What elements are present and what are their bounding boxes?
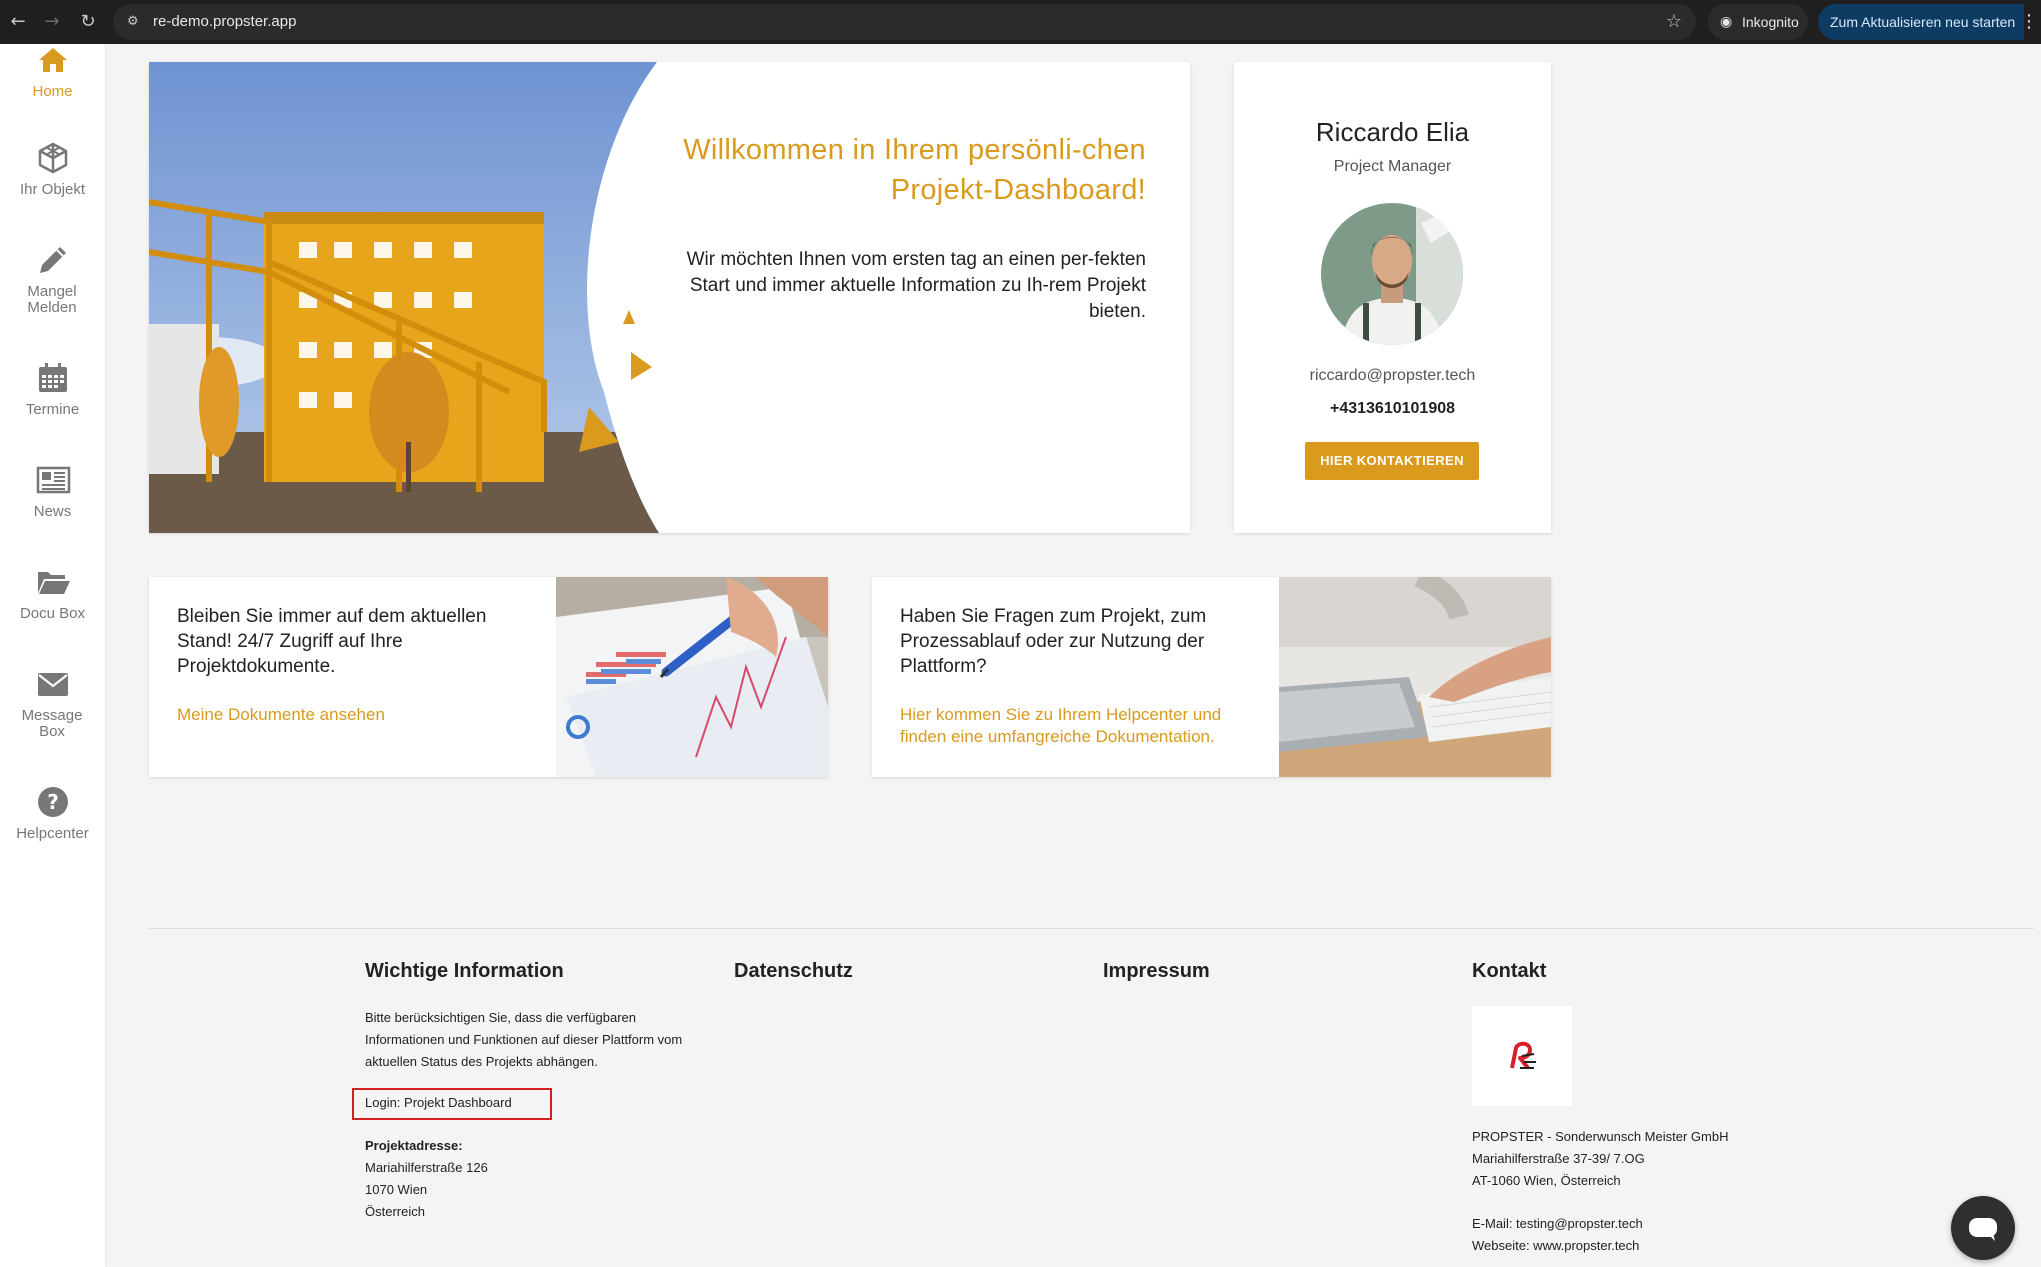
sidebar-item-docu-box[interactable]: Docu Box [0,564,105,622]
footer-address-line: Mariahilferstraße 126 [365,1160,488,1175]
bookmark-star-icon[interactable]: ☆ [1666,4,1682,40]
contact-role: Project Manager [1333,158,1452,175]
url-text: re-demo.propster.app [153,13,297,30]
chat-bubble-icon [1969,1218,1997,1241]
footer-important-info-heading: Wichtige Information [365,960,564,982]
update-button[interactable]: Zum Aktualisieren neu starten [1818,4,2024,40]
folder-open-icon [37,572,70,594]
calendar-icon [38,363,67,392]
back-icon[interactable]: ← [6,10,30,34]
sidebar-item-label: Helpcenter [16,825,89,842]
sidebar-item-label: Ihr Objekt [19,181,86,198]
sidebar-item-helpcenter[interactable]: ? Helpcenter [0,784,105,842]
sidebar-item-label: Home [32,83,73,100]
keyboard-photo [1279,577,1551,777]
footer-login-link[interactable]: Login: Projekt Dashboard [365,1093,512,1113]
welcome-text: Wir möchten Ihnen vom ersten tag an eine… [686,249,1146,322]
footer-company-name: PROPSTER - Sonderwunsch Meister GmbH [1472,1129,1729,1144]
browser-toolbar: ← → ↻ ⚙ re-demo.propster.app ☆ ◉ Inkogni… [0,0,2041,44]
contact-button[interactable]: HIER KONTAKTIEREN [1305,442,1479,480]
welcome-card: Willkommen in Ihrem persönli-chen Projek… [149,62,1190,533]
helpcenter-card: Haben Sie Fragen zum Projekt, zum Prozes… [872,577,1551,777]
documents-link[interactable]: Meine Dokumente ansehen [177,704,547,726]
welcome-title: Willkommen in Ihrem persönli-chen Projek… [683,134,1146,206]
newspaper-icon [36,466,70,494]
sidebar-item-ihr-objekt[interactable]: Ihr Objekt [0,140,105,198]
home-icon [38,48,67,72]
sidebar-item-news[interactable]: News [0,462,105,520]
envelope-icon [37,673,68,696]
footer-company-street: Mariahilferstraße 37-39/ 7.OG [1472,1151,1645,1166]
avatar [1321,203,1463,345]
contact-phone[interactable]: +4313610101908 [1234,400,1551,418]
sidebar-item-label: Docu Box [19,605,86,622]
browser-menu-icon[interactable]: ⋮ [2018,4,2040,40]
footer-company-city: AT-1060 Wien, Österreich [1472,1173,1621,1188]
footer-privacy-link[interactable]: Datenschutz [734,960,853,983]
contact-email[interactable]: riccardo@propster.tech [1234,367,1551,385]
footer-company-website[interactable]: Webseite: www.propster.tech [1472,1235,1639,1257]
sidebar: Home Ihr Objekt Mangel Melden Termine Ne… [0,44,105,1267]
site-settings-icon[interactable]: ⚙ [127,13,145,31]
footer-project-address-label: Projektadresse: [365,1138,463,1153]
propster-logo-mark [1510,1041,1536,1070]
svg-text:?: ? [47,790,59,814]
sidebar-item-message-box[interactable]: Message Box [0,666,105,740]
sidebar-item-label: Termine [25,401,80,418]
cube-icon [38,142,67,174]
project-manager-card: Riccardo Elia Project Manager riccardo@p… [1234,62,1551,533]
building-photo [149,62,659,533]
sidebar-item-label: Message Box [21,707,83,740]
reload-icon[interactable]: ↻ [76,10,100,34]
pencil-icon [39,247,66,273]
address-bar[interactable]: ⚙ re-demo.propster.app ☆ [113,4,1696,40]
sidebar-item-label: Mangel Melden [27,283,77,316]
forward-icon[interactable]: → [40,10,64,34]
contact-name: Riccardo Elia [1315,117,1470,147]
incognito-label: Inkognito [1742,14,1799,30]
footer-imprint-link[interactable]: Impressum [1103,960,1210,983]
chat-button[interactable] [1951,1196,2015,1260]
sidebar-item-mangel-melden[interactable]: Mangel Melden [0,242,105,316]
footer-contact-heading: Kontakt [1472,960,1547,982]
propster-logo [1472,1006,1572,1106]
sidebar-item-home[interactable]: Home [0,42,105,100]
footer-company-email[interactable]: E-Mail: testing@propster.tech [1472,1213,1643,1235]
footer-address-line: 1070 Wien [365,1182,428,1197]
documents-photo [556,577,828,777]
documents-card: Bleiben Sie immer auf dem aktuellen Stan… [149,577,828,777]
incognito-badge[interactable]: ◉ Inkognito [1708,4,1808,40]
footer-address-line: Österreich [365,1204,425,1219]
incognito-icon: ◉ [1720,14,1733,30]
footer-divider [149,928,2034,929]
sidebar-item-label: News [33,503,72,520]
sidebar-item-termine[interactable]: Termine [0,360,105,418]
help-icon: ? [37,787,68,817]
footer-important-info-text: Bitte berücksichtigen Sie, dass die verf… [365,1010,683,1069]
documents-text: Bleiben Sie immer auf dem aktuellen Stan… [177,606,487,677]
helpcenter-link[interactable]: Hier kommen Sie zu Ihrem Helpcenter und … [900,704,1270,748]
helpcenter-text: Haben Sie Fragen zum Projekt, zum Prozes… [900,606,1207,677]
